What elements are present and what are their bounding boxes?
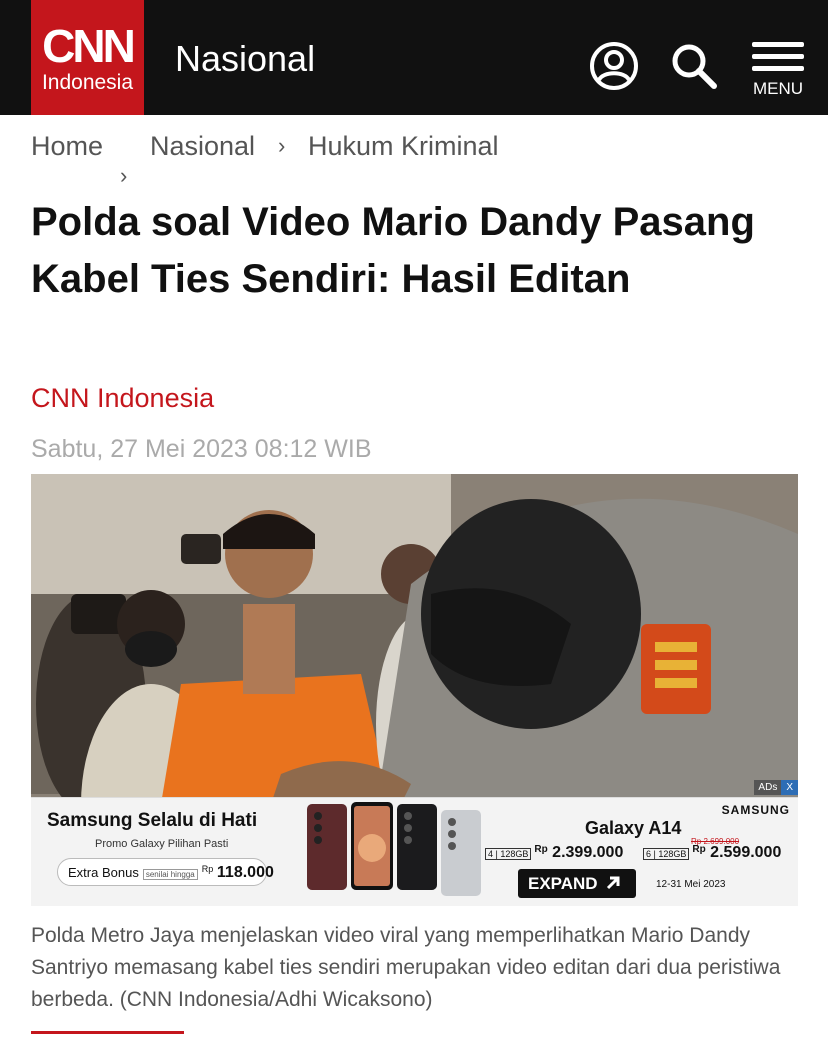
logo-indonesia-text: Indonesia (41, 71, 134, 94)
ad-price-2: 2.599.000 (710, 844, 782, 861)
ad-promo-period: 12-31 Mei 2023 (656, 879, 726, 890)
ad-currency-2: Rp (692, 844, 706, 855)
ad-expand-label: EXPAND (528, 874, 598, 893)
ad-variant-2: 6 | 128GB (643, 848, 690, 860)
logo-cnn-text: CNN (42, 20, 136, 72)
breadcrumb-hukum-kriminal[interactable]: Hukum Kriminal (308, 130, 499, 162)
section-divider (31, 1031, 184, 1034)
ad-bonus-label: Extra Bonus (68, 865, 139, 880)
ad-currency-1: Rp (534, 844, 548, 855)
photo-caption: Polda Metro Jaya menjelaskan video viral… (31, 924, 781, 1011)
top-navigation-bar: CNN Indonesia Nasional MENU (0, 0, 828, 115)
chevron-right-icon: › (278, 133, 286, 158)
user-circle-icon[interactable] (588, 40, 640, 92)
ad-model-name: Galaxy A14 (585, 818, 682, 838)
ad-bonus-note: senilai hingga (142, 869, 198, 880)
article-date: Sabtu, 27 Mei 2023 08:12 WIB (31, 435, 372, 463)
arrow-up-right-icon (607, 876, 620, 890)
ad-brand: SAMSUNG (721, 803, 790, 817)
ad-expand-button[interactable]: EXPAND (518, 869, 636, 898)
ad-headline: Samsung Selalu di Hati (47, 810, 258, 831)
breadcrumb-home[interactable]: Home (31, 130, 103, 162)
menu-label[interactable]: MENU (747, 79, 809, 99)
ad-badge: ADs X (754, 780, 798, 797)
hamburger-menu-icon[interactable] (752, 40, 804, 76)
ad-phones-image (307, 802, 481, 896)
chevron-right-icon: › (120, 163, 128, 188)
ad-price-variant-1: 4 | 128GB Rp 2.399.000 (485, 844, 623, 862)
search-icon[interactable] (670, 42, 718, 90)
article-author[interactable]: CNN Indonesia (31, 381, 214, 415)
breadcrumb-nasional[interactable]: Nasional (150, 130, 255, 162)
ad-promo-text: Promo Galaxy Pilihan Pasti (95, 838, 229, 850)
samsung-ad-banner[interactable]: Samsung Selalu di Hati Promo Galaxy Pili… (31, 797, 798, 906)
ad-price-1: 2.399.000 (552, 844, 624, 861)
cnn-indonesia-logo[interactable]: CNN Indonesia (31, 0, 144, 115)
section-title[interactable]: Nasional (175, 38, 315, 80)
ad-bonus-pill: Extra Bonus senilai hinggaRp 118.000 (57, 858, 274, 886)
article-photo: ADs X Samsung Selalu di Hati Promo Galaxy… (31, 474, 798, 906)
ad-variant-1: 4 | 128GB (485, 848, 532, 860)
article-headline: Polda soal Video Mario Dandy Pasang Kabe… (31, 200, 755, 301)
ad-close-button[interactable]: X (781, 780, 798, 795)
ad-bonus-currency: Rp (201, 864, 214, 874)
ad-bonus-amount: 118.000 (216, 864, 274, 881)
ad-price-variant-2: 6 | 128GB Rp 2.599.000 (643, 844, 781, 862)
ad-label: ADs (754, 780, 782, 795)
